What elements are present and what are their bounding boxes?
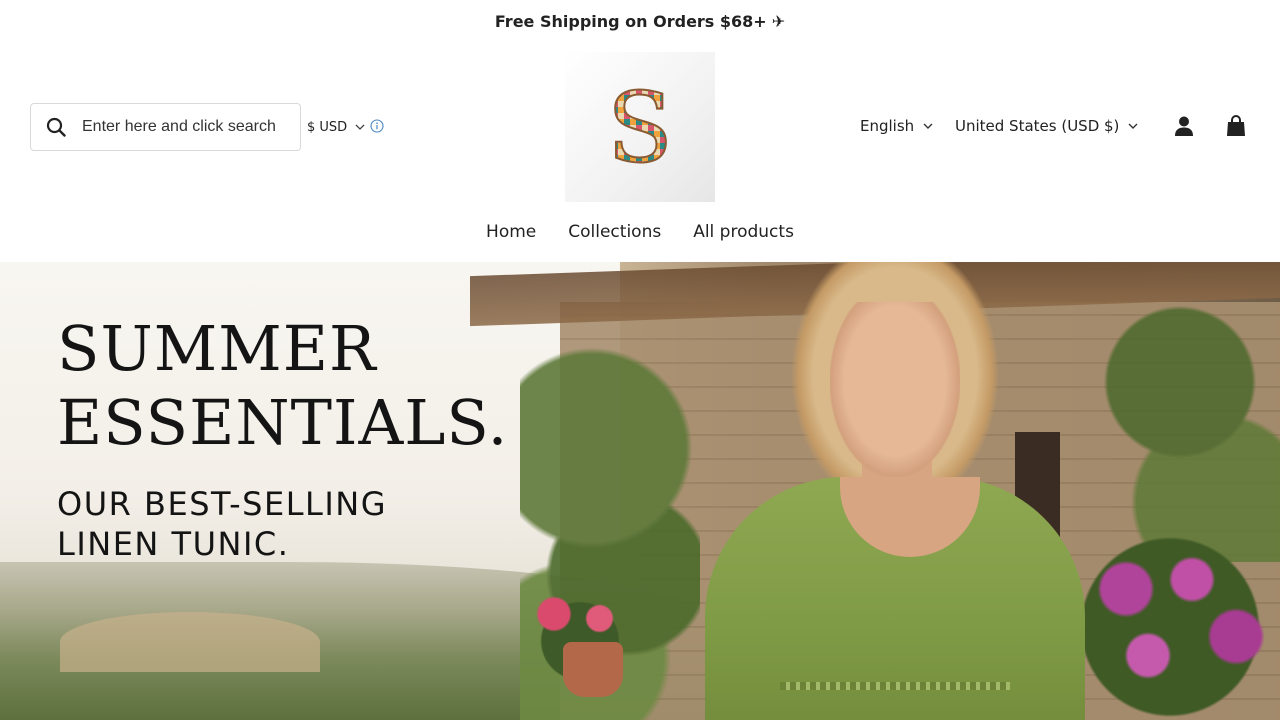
- shopping-bag-icon[interactable]: [1226, 115, 1246, 137]
- currency-selector[interactable]: $ USD: [307, 117, 365, 137]
- svg-text:S: S: [607, 77, 673, 177]
- search-icon[interactable]: [46, 117, 66, 137]
- country-selector[interactable]: United States (USD $): [955, 116, 1138, 136]
- hero-subtitle: OUR BEST-SELLING LINEN TUNIC.: [57, 484, 508, 564]
- chevron-down-icon: [355, 124, 365, 130]
- chevron-down-icon: [1128, 123, 1138, 129]
- logo-mosaic-s-icon: S: [606, 77, 674, 177]
- search-box[interactable]: [30, 103, 301, 151]
- announcement-text: Free Shipping on Orders $68+: [494, 11, 767, 31]
- nav-item-collections[interactable]: Collections: [568, 222, 661, 246]
- nav-item-all-products[interactable]: All products: [693, 222, 794, 246]
- hero-text: SUMMER ESSENTIALS. OUR BEST-SELLING LINE…: [57, 312, 508, 564]
- hero-terracotta-pot: [563, 642, 623, 697]
- search-input[interactable]: [82, 118, 292, 136]
- language-label: English: [860, 117, 915, 135]
- hero-field: [60, 612, 320, 672]
- site-header: $ USD S English: [0, 42, 1280, 262]
- hero-banner[interactable]: SUMMER ESSENTIALS. OUR BEST-SELLING LINE…: [0, 262, 1280, 720]
- country-label: United States (USD $): [955, 117, 1120, 135]
- hero-subtitle-line-2: LINEN TUNIC.: [57, 525, 290, 563]
- hero-title-line-2: ESSENTIALS.: [57, 386, 509, 459]
- hero-model-face: [830, 302, 960, 477]
- hero-ivy-right: [1080, 262, 1280, 562]
- airplane-icon: ✈: [771, 11, 786, 31]
- info-icon[interactable]: [370, 119, 384, 133]
- nav-item-home[interactable]: Home: [486, 222, 536, 246]
- store-logo[interactable]: S: [565, 52, 715, 202]
- hero-subtitle-line-1: OUR BEST-SELLING: [57, 485, 388, 523]
- language-selector[interactable]: English: [860, 116, 933, 136]
- hero-bougainvillea: [1060, 532, 1280, 720]
- account-icon[interactable]: [1173, 115, 1195, 137]
- currency-label: $ USD: [307, 119, 348, 135]
- hero-title: SUMMER ESSENTIALS.: [57, 312, 508, 460]
- hero-title-line-1: SUMMER: [57, 312, 377, 385]
- announcement-bar: Free Shipping on Orders $68+ ✈: [0, 0, 1280, 42]
- hero-tunic-lace: [780, 682, 1010, 690]
- main-navigation: Home Collections All products: [0, 222, 1280, 246]
- chevron-down-icon: [923, 123, 933, 129]
